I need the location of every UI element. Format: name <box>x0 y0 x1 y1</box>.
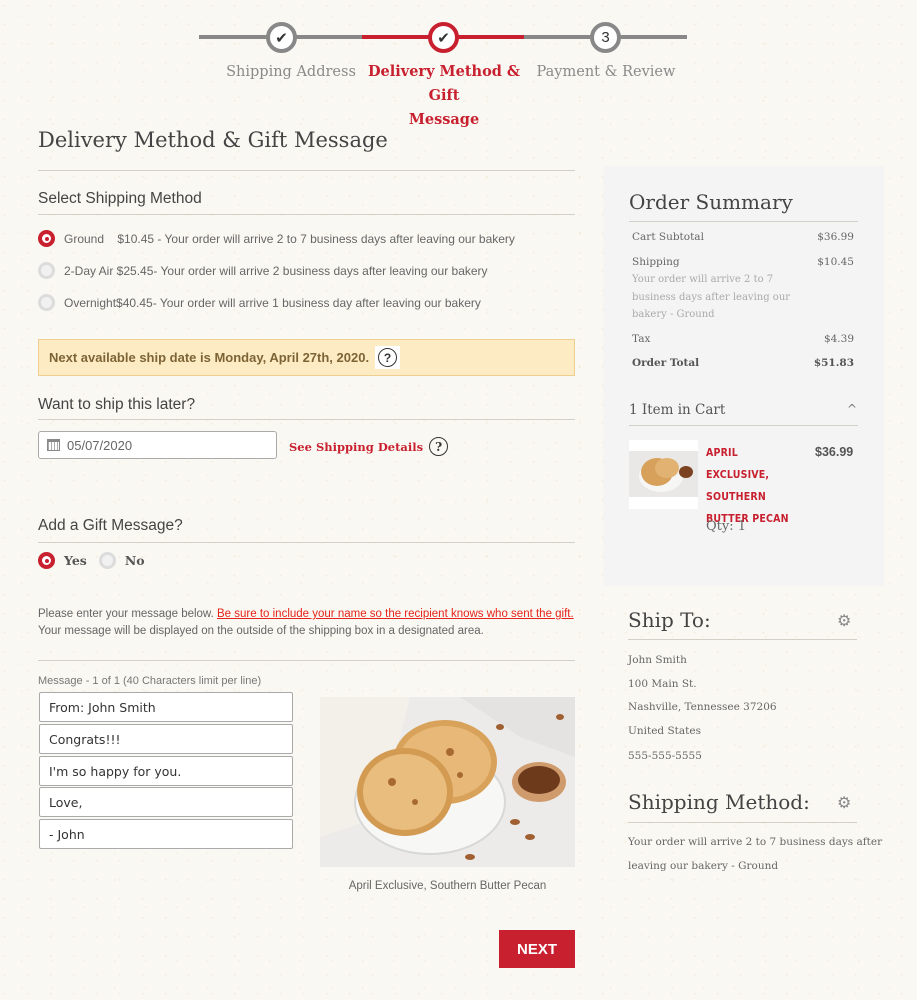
message-line-3-input[interactable]: I'm so happy for you. <box>39 756 293 786</box>
shipping-option-text: 2-Day Air $25.45- Your order will arrive… <box>64 263 488 278</box>
step-1-label[interactable]: Shipping Address <box>211 60 371 84</box>
ship-to-country: United States <box>628 725 701 737</box>
step-2-label: Delivery Method & Gift Message <box>354 60 534 132</box>
cart-item-name[interactable]: APRIL EXCLUSIVE, SOUTHERN BUTTER PECAN <box>706 442 792 530</box>
step-2-check-icon: ✔ <box>428 22 459 53</box>
shipping-option-overnight[interactable]: Overnight$40.45- Your order will arrive … <box>38 294 481 311</box>
ship-date-input[interactable]: 05/07/2020 <box>38 431 277 459</box>
summary-row-subtotal: Cart Subtotal $36.99 <box>632 231 854 243</box>
radio-unchecked-icon[interactable] <box>38 294 55 311</box>
summary-row-shipping: Shipping $10.45 <box>632 256 854 268</box>
divider <box>38 419 575 420</box>
divider <box>38 542 575 543</box>
gift-message-toggle: Yes No <box>38 552 157 569</box>
gear-icon[interactable]: ⚙ <box>837 796 853 812</box>
divider <box>38 214 575 215</box>
help-icon[interactable]: ? <box>429 437 449 456</box>
shipping-method-summary-title: Shipping Method: <box>628 790 810 814</box>
step-1-check-icon[interactable]: ✔ <box>266 22 297 53</box>
cart-toggle[interactable]: 1 Item in Cart ^ <box>629 402 857 418</box>
shipping-option-text: Overnight$40.45- Your order will arrive … <box>64 295 481 310</box>
summary-label: Cart Subtotal <box>632 231 704 243</box>
checkout-stepper: ✔ ✔ 3 Shipping Address Delivery Method &… <box>199 22 689 128</box>
step-3-number: 3 <box>590 22 621 53</box>
ship-to-phone: 555-555-5555 <box>628 750 702 762</box>
divider <box>629 221 858 222</box>
summary-row-total: Order Total $51.83 <box>632 357 854 369</box>
page-title: Delivery Method & Gift Message <box>38 128 388 152</box>
see-shipping-details-link[interactable]: See Shipping Details <box>289 440 423 454</box>
divider <box>628 822 857 823</box>
summary-value: $10.45 <box>817 256 854 268</box>
divider <box>38 660 575 661</box>
product-photo <box>320 697 575 867</box>
message-label: Message - 1 of 1 (40 Characters limit pe… <box>38 675 262 687</box>
gift-message-title: Add a Gift Message? <box>38 517 183 534</box>
summary-row-tax: Tax $4.39 <box>632 333 854 345</box>
calendar-icon <box>47 439 60 451</box>
chevron-up-icon[interactable]: ^ <box>847 402 857 418</box>
gift-instructions: Please enter your message below. Be sure… <box>38 606 578 640</box>
ship-to-name: John Smith <box>628 654 687 666</box>
message-line-4-input[interactable]: Love, <box>39 787 293 817</box>
cookie-thumbnail-icon <box>629 451 698 497</box>
summary-label: Order Total <box>632 357 700 369</box>
next-ship-date-notice: Next available ship date is Monday, Apri… <box>38 339 575 376</box>
ship-to-title: Ship To: <box>628 608 711 632</box>
cart-item-price: $36.99 <box>815 445 854 459</box>
ship-to-street: 100 Main St. <box>628 678 697 690</box>
message-line-1-input[interactable]: From: John Smith <box>39 692 293 722</box>
shipping-method-summary-line2: leaving our bakery - Ground <box>628 860 779 872</box>
next-button[interactable]: NEXT <box>499 930 575 968</box>
radio-unchecked-icon[interactable] <box>98 552 116 569</box>
radio-checked-icon[interactable] <box>38 552 55 569</box>
shipping-details: See Shipping Details ? <box>289 437 449 456</box>
summary-label: Shipping <box>632 256 680 268</box>
cookie-image-icon <box>320 697 575 867</box>
divider <box>628 639 857 640</box>
photo-caption: April Exclusive, Southern Butter Pecan <box>348 880 547 892</box>
gift-option-no[interactable]: No <box>98 552 145 569</box>
shipping-method-title: Select Shipping Method <box>38 190 202 207</box>
summary-value: $36.99 <box>817 231 854 243</box>
cart-count: 1 Item in Cart <box>629 402 726 418</box>
gear-icon[interactable]: ⚙ <box>837 614 853 630</box>
summary-label: Tax <box>632 333 651 345</box>
help-icon[interactable]: ? <box>378 348 398 367</box>
ship-to-city: Nashville, Tennessee 37206 <box>628 701 777 713</box>
message-line-2-input[interactable]: Congrats!!! <box>39 724 293 754</box>
radio-unchecked-icon[interactable] <box>38 262 55 279</box>
step-2-label-line1: Delivery Method & Gift <box>367 63 521 104</box>
gift-info-warning: Be sure to include your name so the reci… <box>217 608 574 620</box>
cart-item-thumbnail <box>629 440 698 509</box>
notice-text: Next available ship date is Monday, Apri… <box>49 350 370 365</box>
gift-option-label: Yes <box>64 553 87 568</box>
cart-item-qty: Qty: 1 <box>706 519 747 534</box>
divider <box>38 170 575 171</box>
shipping-option-ground[interactable]: Ground $10.45 - Your order will arrive 2… <box>38 230 515 247</box>
shipping-option-2day[interactable]: 2-Day Air $25.45- Your order will arrive… <box>38 262 488 279</box>
message-line-5-input[interactable]: - John <box>39 819 293 849</box>
shipping-note: Your order will arrive 2 to 7 business d… <box>632 274 791 320</box>
gift-info-prefix: Please enter your message below. <box>38 608 217 620</box>
radio-checked-icon[interactable] <box>38 230 55 247</box>
ship-date-value: 05/07/2020 <box>67 437 133 453</box>
gift-option-label: No <box>124 553 145 568</box>
step-3-label: Payment & Review <box>536 64 676 80</box>
shipping-option-text: Ground $10.45 - Your order will arrive 2… <box>64 231 515 246</box>
ship-later-title: Want to ship this later? <box>38 396 196 413</box>
summary-value: $51.83 <box>813 357 854 369</box>
order-summary-panel: Order Summary Cart Subtotal $36.99 Shipp… <box>603 166 884 586</box>
summary-value: $4.39 <box>823 333 854 345</box>
gift-option-yes[interactable]: Yes <box>38 552 87 569</box>
order-summary-title: Order Summary <box>629 190 793 214</box>
gift-info-suffix: Your message will be displayed on the ou… <box>38 625 484 637</box>
shipping-method-summary-line1: Your order will arrive 2 to 7 business d… <box>628 836 883 848</box>
divider <box>629 425 858 426</box>
